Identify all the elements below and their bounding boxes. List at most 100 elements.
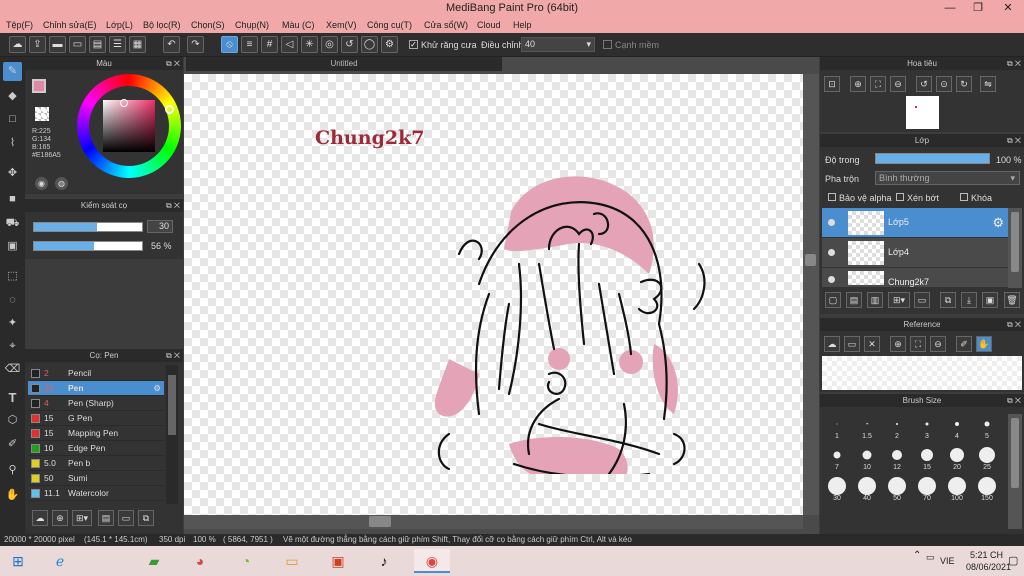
brush-file-icon[interactable]: ▤	[98, 510, 114, 526]
brush-size-preset[interactable]: 100	[942, 472, 972, 502]
blur-tool-icon[interactable]: ⌇	[3, 134, 22, 153]
comment-icon[interactable]: ▬	[49, 36, 66, 53]
delete-layer-icon[interactable]: 🗑	[1004, 292, 1020, 308]
eraser-tool-icon[interactable]: ◆	[3, 87, 22, 106]
brush-settings-icon[interactable]: ⚙	[153, 381, 161, 396]
brush-list-item[interactable]: 10 Edge Pen	[28, 441, 164, 456]
snap-off-icon[interactable]: ⦸	[221, 36, 238, 53]
edge-browser-icon[interactable]: ℯ	[44, 549, 76, 573]
horizontal-scroll-thumb[interactable]	[369, 516, 391, 527]
close-icon[interactable]: ⧉ ✕	[1007, 134, 1021, 147]
brush-size-preset[interactable]: 30	[822, 472, 852, 502]
brush-size-preset[interactable]: 5	[972, 410, 1002, 440]
brush-size-preset[interactable]: 70	[912, 472, 942, 502]
battery-icon[interactable]: ▭	[926, 552, 935, 563]
new-brush-dropdown-icon[interactable]: ⊞▾	[72, 510, 92, 526]
brush-size-preset[interactable]: 4	[942, 410, 972, 440]
brush-list-item[interactable]: 4 Pen (Sharp)	[28, 396, 164, 411]
layer-opacity-slider[interactable]	[875, 153, 990, 164]
menu-help[interactable]: Help	[513, 20, 532, 30]
lasso-tool-icon[interactable]: ◌	[3, 291, 22, 310]
close-icon[interactable]: ⧉ ✕	[166, 57, 180, 70]
opacity-slider[interactable]	[33, 241, 143, 251]
tray-chevron-icon[interactable]: ⌃	[913, 550, 921, 561]
brush-list-item[interactable]: 11.1 Watercolor	[28, 486, 164, 501]
close-button[interactable]: ✕	[992, 0, 1024, 17]
sharp-edge-checkbox[interactable]	[603, 40, 612, 49]
clipping-checkbox[interactable]	[896, 193, 904, 201]
reference-open-icon[interactable]: ▭	[844, 336, 860, 352]
size-value[interactable]: 30	[147, 220, 173, 233]
menu-cloud[interactable]: Cloud	[477, 20, 501, 30]
brush-size-preset[interactable]: 7	[822, 441, 852, 471]
cloud-brush-icon[interactable]: ☁	[32, 510, 48, 526]
horizontal-scrollbar[interactable]	[184, 515, 803, 529]
text-tool-icon[interactable]: T	[3, 388, 22, 407]
select-eraser-icon[interactable]: ⌫	[3, 360, 22, 379]
move-tool-icon[interactable]: ✥	[3, 164, 22, 183]
select-tool-icon[interactable]: ⬚	[3, 267, 22, 286]
select-pen-icon[interactable]: ⌖	[3, 337, 22, 356]
list-icon[interactable]: ☰	[109, 36, 126, 53]
brush-size-preset[interactable]: 25	[972, 441, 1002, 471]
add-brush-icon[interactable]: ⊕	[52, 510, 68, 526]
circle-snap-icon[interactable]: ◎	[321, 36, 338, 53]
maximize-button[interactable]: ❐	[964, 0, 992, 17]
rotate-left-icon[interactable]: ↺	[916, 76, 932, 92]
size-slider[interactable]	[33, 222, 143, 232]
menu-file[interactable]: Tệp(F)	[6, 20, 33, 30]
menu-tools[interactable]: Công cụ(T)	[367, 20, 412, 30]
menu-layer[interactable]: Lớp(L)	[106, 20, 133, 30]
brush-size-preset[interactable]: 50	[882, 472, 912, 502]
language-indicator[interactable]: VIE	[940, 556, 955, 566]
settings-icon[interactable]: ⚙	[381, 36, 398, 53]
brush-list-item[interactable]: 15 G Pen	[28, 411, 164, 426]
reference-actual-icon[interactable]: ⛶	[910, 336, 926, 352]
rectangle-tool-icon[interactable]: □	[3, 110, 22, 129]
layer-row[interactable]: Lớp4	[822, 238, 1008, 268]
layer-properties-icon[interactable]: ▣	[982, 292, 998, 308]
vanishing-snap-icon[interactable]: ◁	[281, 36, 298, 53]
windows-start-icon[interactable]: ⊞	[2, 549, 34, 573]
reference-hand-icon[interactable]: ✋	[976, 336, 992, 352]
rotate-reset-icon[interactable]: ⊙	[936, 76, 952, 92]
brush-size-preset[interactable]: 1.5	[852, 410, 882, 440]
flip-horizontal-icon[interactable]: ⇋	[980, 76, 996, 92]
zoom-actual-icon[interactable]: ⛶	[870, 76, 886, 92]
brush-list-item[interactable]: 5.0 Pen b	[28, 456, 164, 471]
foreground-color-swatch[interactable]	[32, 79, 46, 93]
brush-list-item[interactable]: 2 Pencil	[28, 366, 164, 381]
hand-tool-icon[interactable]: ✋	[3, 486, 22, 505]
undo-icon[interactable]: ↶	[163, 36, 180, 53]
page-icon[interactable]: ▤	[89, 36, 106, 53]
vertical-scroll-thumb[interactable]	[805, 254, 816, 266]
radial-snap-icon[interactable]: ✳	[301, 36, 318, 53]
ellipse-snap-icon[interactable]: ◯	[361, 36, 378, 53]
drawing-canvas[interactable]: Chung2k7	[184, 74, 803, 515]
reference-cloud-icon[interactable]: ☁	[824, 336, 840, 352]
dropper-tool-icon[interactable]: ⚲	[3, 461, 22, 480]
eyedropper-tool-icon[interactable]: ✐	[3, 435, 22, 454]
brush-folder-icon[interactable]: ▭	[118, 510, 134, 526]
brush-size-preset[interactable]: 40	[852, 472, 882, 502]
chat-icon[interactable]: ▭	[69, 36, 86, 53]
clock-date[interactable]: 08/06/2021	[966, 562, 1011, 572]
coccoc-icon[interactable]: ◔	[230, 549, 262, 573]
brush-size-preset[interactable]: 3	[912, 410, 942, 440]
menu-select[interactable]: Chọn(S)	[191, 20, 225, 30]
share-icon[interactable]: ⇪	[29, 36, 46, 53]
new-halftone-layer-icon[interactable]: ▤	[846, 292, 862, 308]
brush-list-item[interactable]: 30 Pen ⚙	[28, 381, 164, 396]
document-tab[interactable]: Untitled	[186, 57, 502, 71]
close-icon[interactable]: ⧉ ✕	[1007, 57, 1021, 70]
parallel-snap-icon[interactable]: ≡	[241, 36, 258, 53]
brush-list-item[interactable]: 50 Sumi	[28, 471, 164, 486]
reference-close-icon[interactable]: ✕	[864, 336, 880, 352]
cloud-icon[interactable]: ☁	[9, 36, 26, 53]
gradient-tool-icon[interactable]: ▣	[3, 237, 22, 256]
layer-list-scrollbar[interactable]	[1008, 208, 1022, 288]
brush-list-scrollbar[interactable]	[166, 365, 178, 505]
menu-edit[interactable]: Chỉnh sửa(E)	[43, 20, 97, 30]
crosshatch-snap-icon[interactable]: #	[261, 36, 278, 53]
lock-checkbox[interactable]	[960, 193, 968, 201]
